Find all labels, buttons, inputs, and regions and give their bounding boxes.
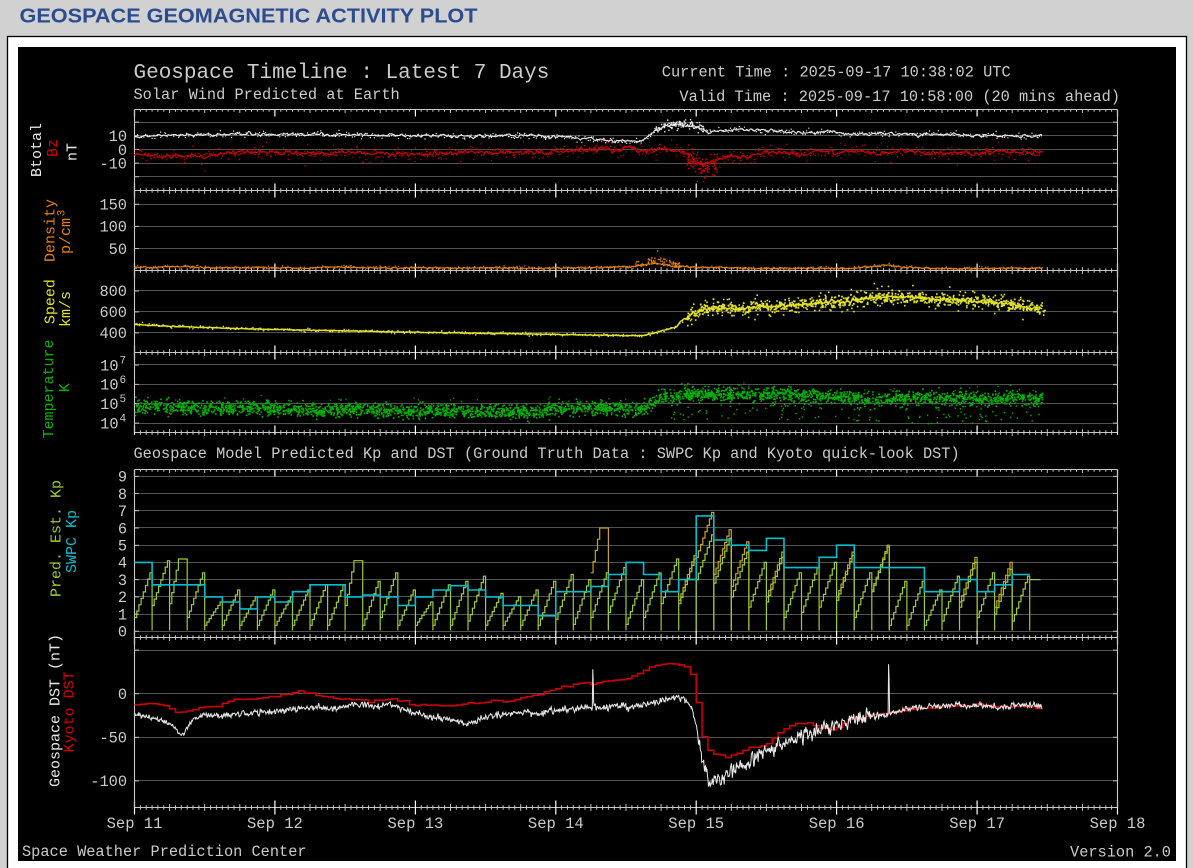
svg-text:100: 100 xyxy=(99,219,127,237)
svg-text:Sep 11: Sep 11 xyxy=(107,815,163,833)
svg-text:Valid Time : 2025-09-17 10:58:: Valid Time : 2025-09-17 10:58:00 (20 min… xyxy=(679,88,1120,106)
svg-text:Sep 13: Sep 13 xyxy=(387,815,443,833)
svg-text:2: 2 xyxy=(118,589,127,607)
svg-text:Sep 17: Sep 17 xyxy=(949,815,1005,833)
svg-text:400: 400 xyxy=(99,325,127,343)
svg-text:Sep 15: Sep 15 xyxy=(668,815,724,833)
svg-text:Sep 12: Sep 12 xyxy=(247,815,303,833)
svg-text:Version 2.0: Version 2.0 xyxy=(1070,843,1171,861)
svg-text:10: 10 xyxy=(100,357,118,375)
svg-text:3: 3 xyxy=(57,210,69,217)
svg-text:Geospace Model Predicted Kp an: Geospace Model Predicted Kp and DST (Gro… xyxy=(134,445,960,463)
svg-text:Geospace Timeline : Latest 7 D: Geospace Timeline : Latest 7 Days xyxy=(134,62,550,85)
svg-text:SWPC Kp: SWPC Kp xyxy=(64,510,81,573)
svg-text:Kyoto DST: Kyoto DST xyxy=(62,671,79,752)
svg-text:4: 4 xyxy=(120,414,127,426)
svg-text:5: 5 xyxy=(118,538,127,556)
svg-text:Bz: Bz xyxy=(45,139,62,157)
svg-text:Sep 16: Sep 16 xyxy=(809,815,865,833)
svg-text:Sep 18: Sep 18 xyxy=(1090,815,1146,833)
svg-text:8: 8 xyxy=(118,486,127,504)
svg-text:Temperature: Temperature xyxy=(41,339,58,438)
svg-text:p/cm: p/cm xyxy=(58,218,75,254)
svg-text:5: 5 xyxy=(120,394,127,406)
svg-text:10: 10 xyxy=(100,396,118,414)
svg-text:1: 1 xyxy=(118,606,127,624)
svg-text:K: K xyxy=(57,383,74,392)
svg-text:10: 10 xyxy=(100,415,118,433)
svg-text:nT: nT xyxy=(65,143,82,161)
svg-text:50: 50 xyxy=(109,241,127,259)
svg-text:9: 9 xyxy=(118,469,127,487)
svg-text:-10: -10 xyxy=(99,155,127,173)
svg-text:7: 7 xyxy=(120,356,127,368)
svg-text:Current Time : 2025-09-17 10:3: Current Time : 2025-09-17 10:38:02 UTC xyxy=(662,63,1011,81)
svg-text:4: 4 xyxy=(118,555,127,573)
svg-text:Space Weather Prediction Cente: Space Weather Prediction Center xyxy=(22,843,307,861)
svg-text:0: 0 xyxy=(118,686,127,704)
svg-text:Solar Wind Predicted at Earth: Solar Wind Predicted at Earth xyxy=(134,86,400,104)
svg-text:-50: -50 xyxy=(99,730,127,748)
svg-text:Sep 14: Sep 14 xyxy=(528,815,584,833)
svg-text:GEOSPACE GEOMAGNETIC ACTIVITY: GEOSPACE GEOMAGNETIC ACTIVITY PLOT xyxy=(20,6,478,28)
svg-text:Pred. Est. Kp: Pred. Est. Kp xyxy=(48,480,65,597)
svg-text:6: 6 xyxy=(120,375,127,387)
svg-text:3: 3 xyxy=(118,572,127,590)
svg-text:-100: -100 xyxy=(90,773,127,791)
svg-text:800: 800 xyxy=(99,283,127,301)
svg-text:6: 6 xyxy=(118,520,127,538)
svg-text:km/s: km/s xyxy=(58,291,75,327)
svg-text:600: 600 xyxy=(99,304,127,322)
svg-text:150: 150 xyxy=(99,197,127,215)
svg-text:Btotal: Btotal xyxy=(29,123,46,177)
svg-text:10: 10 xyxy=(100,377,118,395)
svg-text:0: 0 xyxy=(118,624,127,642)
svg-text:7: 7 xyxy=(118,503,127,521)
